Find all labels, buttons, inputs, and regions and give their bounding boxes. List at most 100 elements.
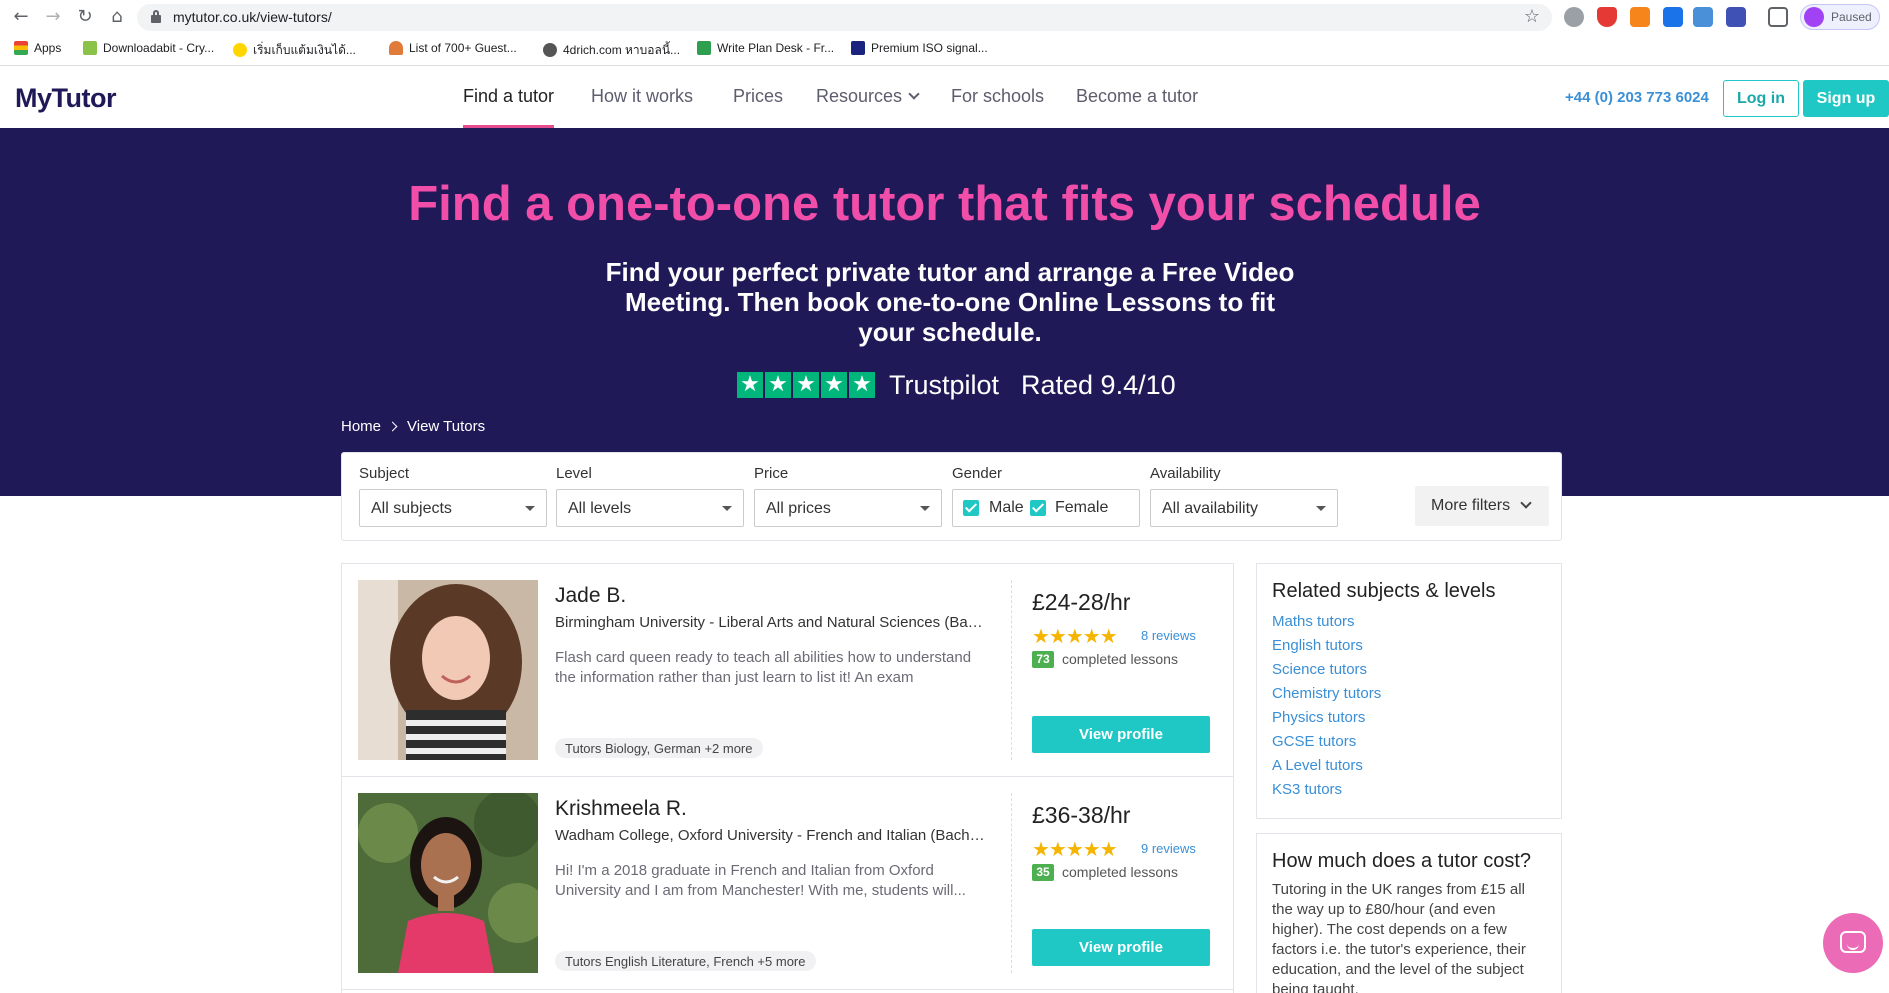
login-button[interactable]: Log in bbox=[1723, 80, 1799, 117]
bookmark-apps[interactable]: Apps bbox=[14, 41, 61, 59]
tutor-card[interactable]: Krishmeela R. Wadham College, Oxford Uni… bbox=[342, 777, 1233, 990]
bookmark-2[interactable]: เริ่มเก็บแต้มเงินได้... bbox=[233, 41, 356, 59]
breadcrumb: Home View Tutors bbox=[341, 418, 485, 435]
lessons-label: completed lessons bbox=[1062, 864, 1178, 880]
tutor-photo[interactable] bbox=[358, 793, 538, 973]
female-label[interactable]: Female bbox=[1055, 499, 1108, 517]
nav-become-a-tutor[interactable]: Become a tutor bbox=[1076, 86, 1198, 128]
tutor-subjects-tag: Tutors Biology, German +2 more bbox=[555, 738, 763, 758]
lessons-label: completed lessons bbox=[1062, 651, 1178, 667]
phone-number[interactable]: +44 (0) 203 773 6024 bbox=[1565, 89, 1709, 106]
bookmark-5[interactable]: Write Plan Desk - Fr... bbox=[697, 41, 834, 59]
bookmark-px-icon bbox=[697, 41, 711, 55]
cost-title: How much does a tutor cost? bbox=[1272, 850, 1532, 872]
extension-new-icon[interactable] bbox=[1693, 7, 1713, 27]
tutor-price: £24-28/hr bbox=[1032, 589, 1131, 615]
level-select[interactable]: All levels bbox=[556, 489, 744, 527]
female-checkbox[interactable] bbox=[1030, 500, 1046, 516]
level-label: Level bbox=[556, 465, 592, 482]
url-text[interactable]: mytutor.co.uk/view-tutors/ bbox=[173, 9, 332, 25]
chat-launcher-button[interactable] bbox=[1823, 913, 1883, 973]
chevron-down-icon bbox=[1520, 497, 1532, 509]
star-icon: ★ bbox=[737, 372, 763, 398]
breadcrumb-view-tutors: View Tutors bbox=[407, 418, 486, 435]
nav-prices[interactable]: Prices bbox=[733, 86, 783, 128]
extension-code-icon[interactable] bbox=[1663, 7, 1683, 27]
nav-find-a-tutor[interactable]: Find a tutor bbox=[463, 86, 555, 128]
bookmark-3[interactable]: List of 700+ Guest... bbox=[389, 41, 517, 59]
caret-down-icon bbox=[722, 506, 732, 511]
male-label[interactable]: Male bbox=[989, 499, 1024, 517]
extension-screen-icon[interactable] bbox=[1726, 7, 1746, 27]
home-icon[interactable]: ⌂ bbox=[106, 6, 128, 28]
bookmark-1[interactable]: Downloadabit - Cry... bbox=[83, 41, 214, 59]
availability-select[interactable]: All availability bbox=[1150, 489, 1338, 527]
link-gcse-tutors[interactable]: GCSE tutors bbox=[1272, 732, 1381, 756]
more-filters-button[interactable]: More filters bbox=[1415, 486, 1549, 526]
reviews-link[interactable]: 8 reviews bbox=[1141, 628, 1196, 643]
trustpilot-stars: ★ ★ ★ ★ ★ bbox=[737, 372, 881, 400]
nav-for-schools[interactable]: For schools bbox=[951, 86, 1044, 128]
tutor-cost-panel: How much does a tutor cost? Tutoring in … bbox=[1256, 833, 1562, 993]
male-checkbox[interactable] bbox=[963, 500, 979, 516]
view-profile-button[interactable]: View profile bbox=[1032, 716, 1210, 753]
nav-how-it-works[interactable]: How it works bbox=[591, 86, 693, 128]
signup-button[interactable]: Sign up bbox=[1803, 80, 1889, 117]
breadcrumb-home[interactable]: Home bbox=[341, 418, 381, 435]
trustpilot-name: Trustpilot bbox=[889, 370, 1000, 400]
extension-metamask-icon[interactable] bbox=[1630, 7, 1650, 27]
tutor-photo[interactable] bbox=[358, 580, 538, 760]
tutor-bio: Hi! I'm a 2018 graduate in French and It… bbox=[555, 862, 966, 899]
lessons-count-badge: 73 bbox=[1032, 651, 1054, 668]
tutor-university: Wadham College, Oxford University - Fren… bbox=[555, 827, 988, 844]
star-icon: ★ bbox=[849, 372, 875, 398]
subject-label: Subject bbox=[359, 465, 410, 482]
tutor-name[interactable]: Krishmeela R. bbox=[555, 797, 687, 821]
card-divider bbox=[1011, 793, 1012, 973]
star-icon: ★ bbox=[821, 372, 847, 398]
nav-resources[interactable]: Resources bbox=[816, 86, 920, 128]
reviews-link[interactable]: 9 reviews bbox=[1141, 841, 1196, 856]
site-header: MyTutor Find a tutor How it works Prices… bbox=[0, 66, 1889, 128]
filter-bar: Subject All subjects Level All levels Pr… bbox=[341, 452, 1562, 541]
link-science-tutors[interactable]: Science tutors bbox=[1272, 660, 1381, 684]
view-profile-button[interactable]: View profile bbox=[1032, 929, 1210, 966]
back-icon[interactable]: ← bbox=[10, 6, 32, 28]
chevron-right-icon bbox=[387, 421, 398, 432]
bookmark-6[interactable]: Premium ISO signal... bbox=[851, 41, 988, 59]
browser-toolbar: ← → ↻ ⌂ mytutor.co.uk/view-tutors/ ☆ Pau… bbox=[0, 0, 1889, 34]
profile-button[interactable]: Paused bbox=[1800, 4, 1880, 30]
hero-title: Find a one-to-one tutor that fits your s… bbox=[408, 177, 1481, 231]
bookmark-fire-icon bbox=[389, 41, 403, 55]
tutor-card[interactable]: Jade B. Birmingham University - Liberal … bbox=[342, 564, 1233, 777]
tutor-subjects-tag: Tutors English Literature, French +5 mor… bbox=[555, 951, 816, 971]
tutor-university: Birmingham University - Liberal Arts and… bbox=[555, 614, 988, 631]
link-english-tutors[interactable]: English tutors bbox=[1272, 636, 1381, 660]
link-maths-tutors[interactable]: Maths tutors bbox=[1272, 612, 1381, 636]
more-filters-label: More filters bbox=[1431, 497, 1511, 514]
reading-list-icon[interactable] bbox=[1768, 7, 1788, 27]
mytutor-logo[interactable]: MyTutor bbox=[15, 83, 116, 114]
related-subjects-panel: Related subjects & levels Maths tutors E… bbox=[1256, 563, 1562, 819]
bookmark-chart-icon bbox=[851, 41, 865, 55]
address-bar[interactable]: mytutor.co.uk/view-tutors/ ☆ bbox=[137, 4, 1552, 31]
link-physics-tutors[interactable]: Physics tutors bbox=[1272, 708, 1381, 732]
avatar bbox=[1804, 7, 1824, 27]
link-chemistry-tutors[interactable]: Chemistry tutors bbox=[1272, 684, 1381, 708]
tutor-name[interactable]: Jade B. bbox=[555, 584, 626, 608]
tutor-bio: Flash card queen ready to teach all abil… bbox=[555, 649, 972, 686]
gender-label: Gender bbox=[952, 465, 1003, 482]
bookmark-b-icon bbox=[83, 41, 97, 55]
link-ks3-tutors[interactable]: KS3 tutors bbox=[1272, 780, 1381, 804]
forward-icon[interactable]: → bbox=[42, 6, 64, 28]
bookmark-star-icon[interactable]: ☆ bbox=[1524, 6, 1540, 27]
extension-drive-icon[interactable] bbox=[1564, 7, 1584, 27]
card-divider bbox=[1011, 580, 1012, 760]
subject-select[interactable]: All subjects bbox=[359, 489, 547, 527]
extension-shield-icon[interactable] bbox=[1597, 7, 1617, 27]
link-a-level-tutors[interactable]: A Level tutors bbox=[1272, 756, 1381, 780]
bookmark-4[interactable]: 4drich.com หาบอลนี้... bbox=[543, 41, 680, 59]
price-select[interactable]: All prices bbox=[754, 489, 942, 527]
related-title: Related subjects & levels bbox=[1272, 580, 1496, 602]
reload-icon[interactable]: ↻ bbox=[74, 6, 96, 28]
